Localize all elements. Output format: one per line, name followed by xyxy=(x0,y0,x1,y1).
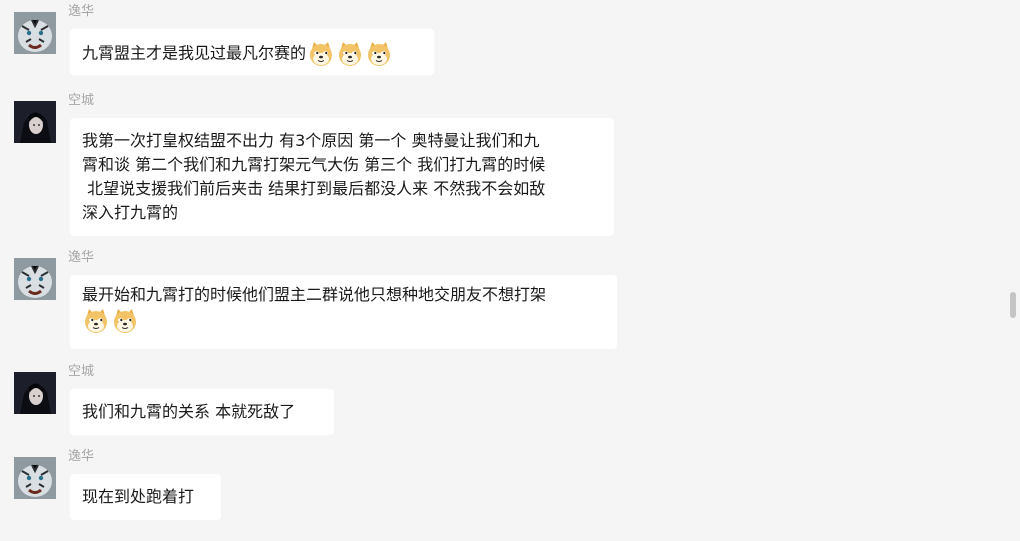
sender-name: 逸华 xyxy=(68,4,95,19)
doge-emoji xyxy=(111,307,139,335)
sender-name: 空城 xyxy=(68,93,95,108)
message-bubble[interactable]: 九霄盟主才是我见过最凡尔赛的 xyxy=(70,29,434,75)
sender-name: 逸华 xyxy=(68,449,95,464)
tiger-avatar[interactable] xyxy=(14,12,56,54)
tiger-avatar[interactable] xyxy=(14,258,56,300)
message-text: 最开始和九霄打的时候他们盟主二群说他只想种地交朋友不想打架 xyxy=(82,285,547,304)
message-text: 九霄盟主才是我见过最凡尔赛的 xyxy=(82,43,307,63)
message-bubble[interactable]: 现在到处跑着打 xyxy=(70,474,221,520)
sender-name: 空城 xyxy=(68,364,95,379)
message-text: 我们和九霄的关系 本就死敌了 xyxy=(82,402,296,421)
doge-emoji xyxy=(307,40,335,68)
message-bubble[interactable]: 我第一次打皇权结盟不出力 有3个原因 第一个 奥特曼让我们和九 霄和谈 第二个我… xyxy=(70,118,614,236)
doge-emoji xyxy=(365,40,393,68)
message-text: 现在到处跑着打 xyxy=(82,487,195,506)
scrollbar[interactable] xyxy=(1010,292,1016,318)
emoji-group xyxy=(82,307,140,335)
doge-emoji xyxy=(336,40,364,68)
anime-avatar[interactable] xyxy=(14,101,56,143)
message-bubble[interactable]: 最开始和九霄打的时候他们盟主二群说他只想种地交朋友不想打架 xyxy=(70,275,617,349)
message-bubble[interactable]: 我们和九霄的关系 本就死敌了 xyxy=(70,389,334,435)
message-text: 我第一次打皇权结盟不出力 有3个原因 第一个 奥特曼让我们和九 霄和谈 第二个我… xyxy=(82,131,546,222)
sender-name: 逸华 xyxy=(68,250,95,265)
anime-avatar[interactable] xyxy=(14,372,56,414)
doge-emoji xyxy=(82,307,110,335)
tiger-avatar[interactable] xyxy=(14,457,56,499)
emoji-group xyxy=(307,40,394,68)
